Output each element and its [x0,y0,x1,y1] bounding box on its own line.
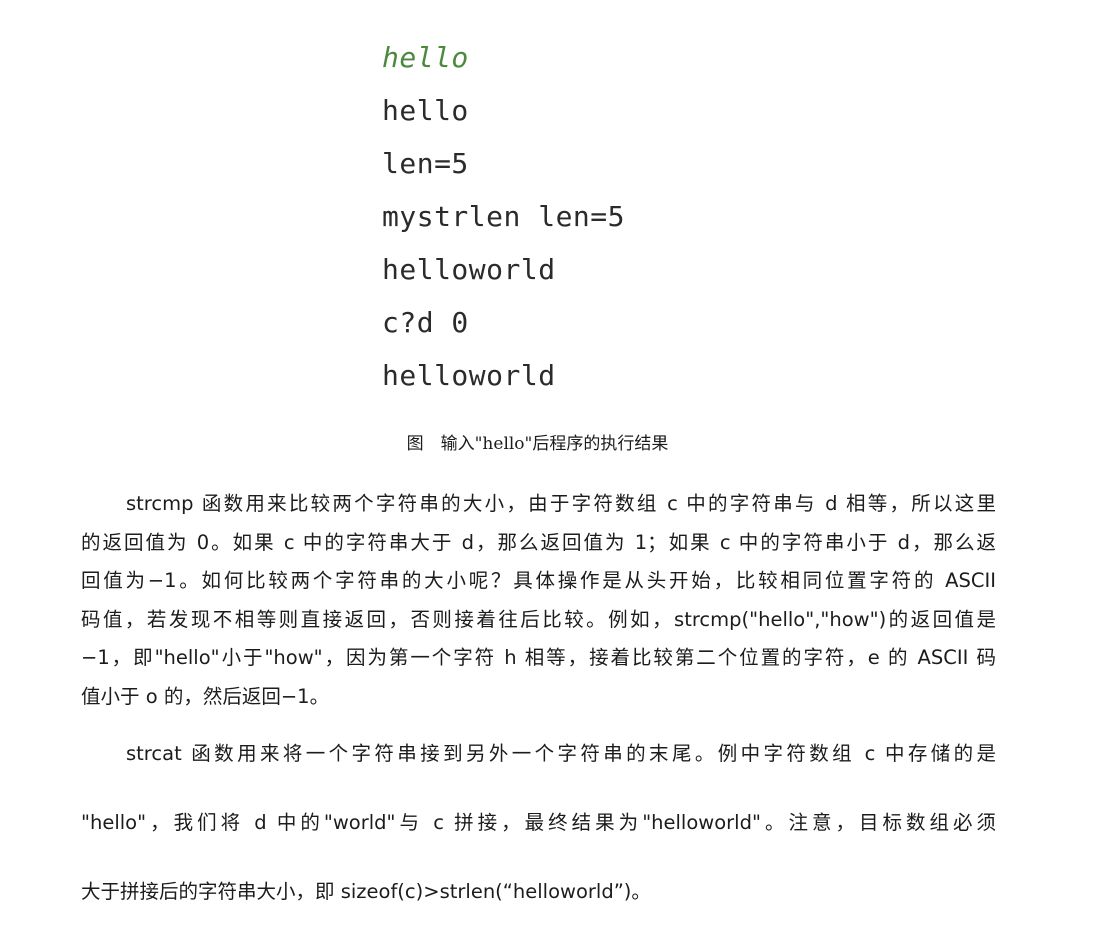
paragraph-line: 的返回值为 0。如果 c 中的字符串大于 d，那么返回值为 1；如果 c 中的字… [81,530,996,554]
console-input-echo: hello [382,41,469,74]
paragraph-strcat: strcat 函数用来将一个字符串接到另外一个字符串的末尾。例中字符数组 c 中… [81,734,996,941]
paragraph-line: 码值，若发现不相等则直接返回，否则接着往后比较。例如，strcmp("hello… [81,607,996,631]
figure-caption: 图 输入"hello"后程序的执行结果 [406,434,669,454]
console-line: c?d 0 [382,306,469,339]
console-line: helloworld [382,253,556,286]
console-line: mystrlen len=5 [382,200,626,233]
console-output: hello hello len=5 mystrlen len=5 hellowo… [382,36,642,407]
paragraph-strcmp: strcmp 函数用来比较两个字符串的大小，由于字符数组 c 中的字符串与 d … [81,485,996,716]
paragraph-line: 大于拼接后的字符串大小，即 sizeof(c)>strlen(“hellowor… [81,880,651,903]
paragraph-line: 值小于 o 的，然后返回−1。 [81,684,330,708]
paragraph-line: "hello"，我们将 d 中的"world"与 c 拼接，最终结果为"hell… [81,811,996,834]
console-line: hello [382,94,469,127]
paragraph-line: strcat 函数用来将一个字符串接到另外一个字符串的末尾。例中字符数组 c 中… [126,742,996,765]
paragraph-line: 回值为−1。如何比较两个字符串的大小呢？具体操作是从头开始，比较相同位置字符的 … [81,569,996,592]
paragraph-line: −1，即"hello"小于"how"，因为第一个字符 h 相等，接着比较第二个位… [81,646,996,669]
console-line: helloworld [382,359,556,392]
paragraph-line: strcmp 函数用来比较两个字符串的大小，由于字符数组 c 中的字符串与 d … [126,492,996,515]
console-line: len=5 [382,147,469,180]
